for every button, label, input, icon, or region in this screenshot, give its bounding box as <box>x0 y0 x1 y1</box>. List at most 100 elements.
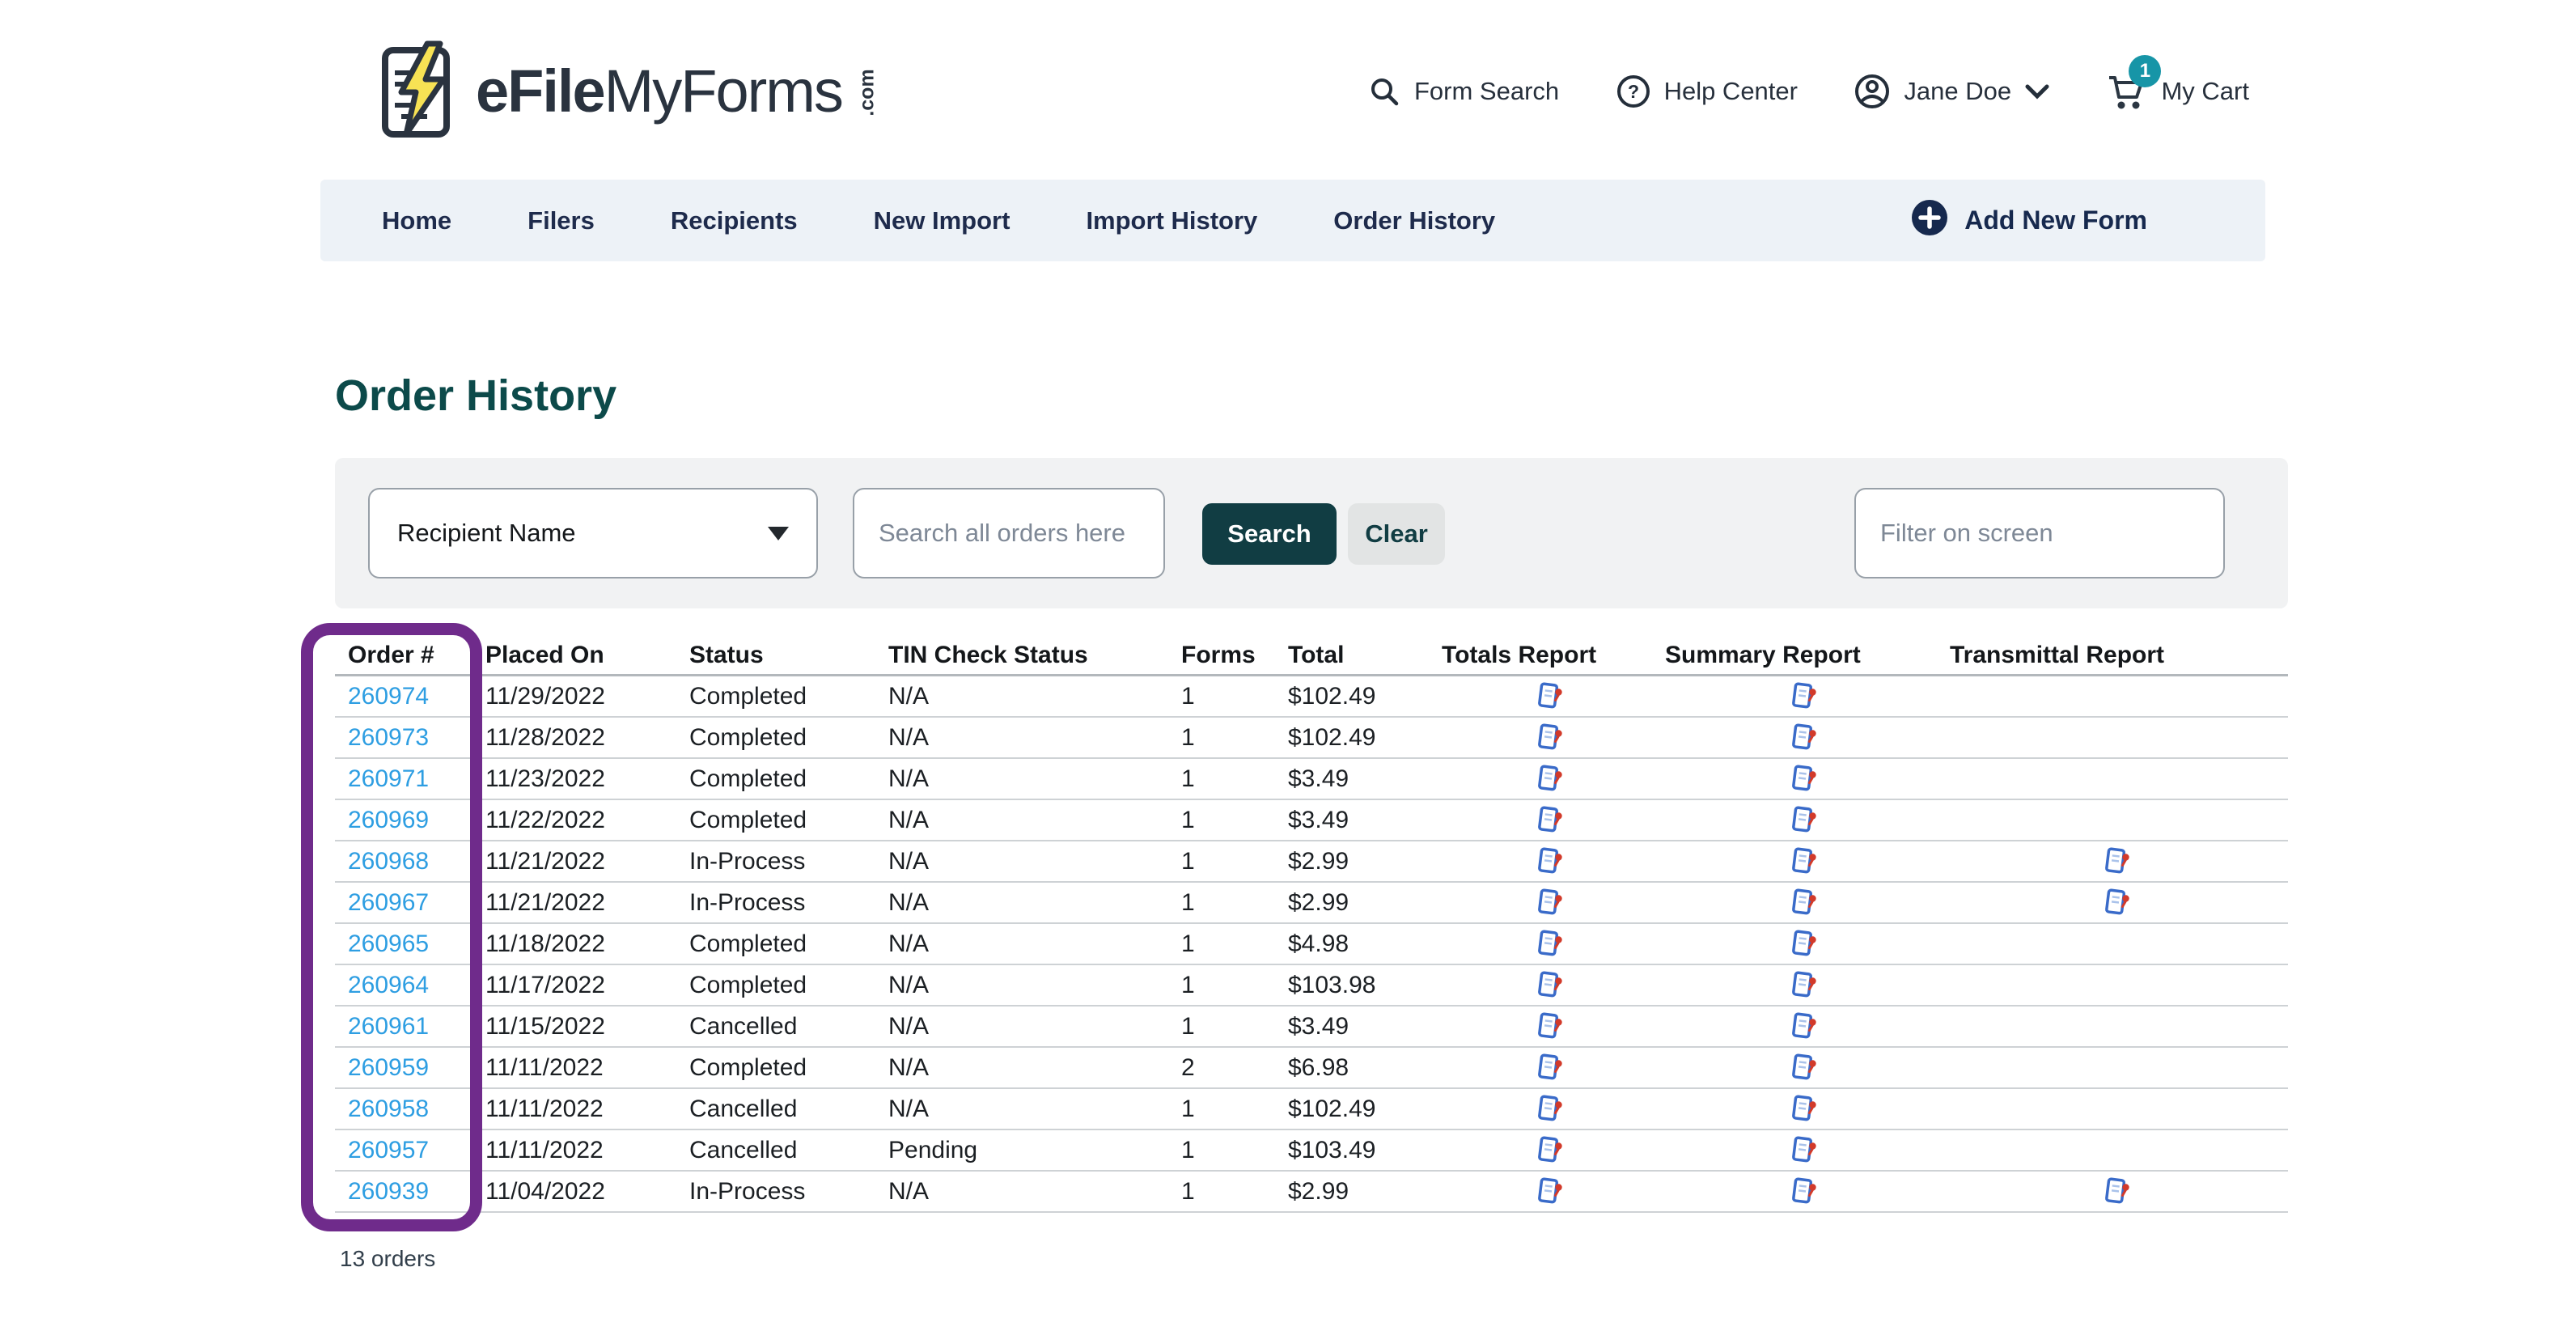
col-header-totals-report: Totals Report <box>1438 642 1662 669</box>
totals-report-icon[interactable] <box>1536 1135 1564 1166</box>
order-history-page: eFile MyForms .com Form Search ? Help Ce… <box>0 0 2576 1335</box>
order-number-link[interactable]: 260939 <box>348 1178 429 1205</box>
order-number-link[interactable]: 260964 <box>348 972 429 998</box>
tin-check-status-cell: N/A <box>885 1054 1178 1082</box>
totals-report-icon[interactable] <box>1536 1176 1564 1207</box>
status-cell: In-Process <box>686 1178 885 1206</box>
totals-report-icon[interactable] <box>1536 1094 1564 1125</box>
tin-check-status-cell: N/A <box>885 930 1178 958</box>
order-number-link[interactable]: 260974 <box>348 683 429 710</box>
totals-report-icon[interactable] <box>1536 929 1564 960</box>
main-navbar: Home Filers Recipients New Import Import… <box>320 180 2265 261</box>
total-cell: $2.99 <box>1285 889 1438 917</box>
summary-report-icon[interactable] <box>1790 970 1818 1001</box>
total-cell: $2.99 <box>1285 848 1438 875</box>
my-cart-label: My Cart <box>2161 77 2249 106</box>
summary-report-icon[interactable] <box>1790 888 1818 918</box>
orders-search-input[interactable] <box>853 488 1165 578</box>
search-button[interactable]: Search <box>1202 503 1337 565</box>
totals-report-icon[interactable] <box>1536 805 1564 836</box>
transmittal-report-icon[interactable] <box>2104 846 2131 877</box>
summary-report-cell <box>1662 764 1947 795</box>
table-header-row: Order # Placed On Status TIN Check Statu… <box>335 636 2288 676</box>
status-cell: Completed <box>686 683 885 710</box>
forms-cell: 1 <box>1178 1137 1285 1164</box>
totals-report-icon[interactable] <box>1536 723 1564 753</box>
chevron-down-icon <box>2024 83 2050 100</box>
summary-report-icon[interactable] <box>1790 1135 1818 1166</box>
summary-report-icon[interactable] <box>1790 846 1818 877</box>
order-number-link[interactable]: 260961 <box>348 1013 429 1040</box>
placed-on-cell: 11/11/2022 <box>482 1096 686 1123</box>
summary-report-icon[interactable] <box>1790 764 1818 795</box>
tin-check-status-cell: N/A <box>885 972 1178 999</box>
transmittal-report-icon[interactable] <box>2104 888 2131 918</box>
totals-report-cell <box>1438 929 1662 960</box>
search-field-select[interactable]: Recipient Name <box>368 488 818 578</box>
table-row: 26095911/11/2022CompletedN/A2$6.98 <box>335 1048 2288 1089</box>
totals-report-icon[interactable] <box>1536 764 1564 795</box>
clear-button[interactable]: Clear <box>1348 503 1445 565</box>
totals-report-icon[interactable] <box>1536 888 1564 918</box>
tin-check-status-cell: N/A <box>885 807 1178 834</box>
summary-report-cell <box>1662 1135 1947 1166</box>
page-title: Order History <box>335 371 616 421</box>
summary-report-icon[interactable] <box>1790 805 1818 836</box>
status-cell: Completed <box>686 724 885 752</box>
totals-report-icon[interactable] <box>1536 1011 1564 1042</box>
summary-report-icon[interactable] <box>1790 1053 1818 1083</box>
nav-item-new-import[interactable]: New Import <box>874 206 1010 235</box>
filter-on-screen-input[interactable] <box>1854 488 2225 578</box>
order-number-link[interactable]: 260971 <box>348 765 429 792</box>
order-number-link[interactable]: 260959 <box>348 1054 429 1081</box>
status-cell: Completed <box>686 807 885 834</box>
nav-item-import-history[interactable]: Import History <box>1086 206 1257 235</box>
totals-report-icon[interactable] <box>1536 970 1564 1001</box>
user-menu[interactable]: Jane Doe <box>1854 73 2050 110</box>
order-number-link[interactable]: 260957 <box>348 1137 429 1163</box>
total-cell: $102.49 <box>1285 683 1438 710</box>
table-row: 26097111/23/2022CompletedN/A1$3.49 <box>335 759 2288 800</box>
summary-report-icon[interactable] <box>1790 1011 1818 1042</box>
totals-report-cell <box>1438 723 1662 753</box>
summary-report-cell <box>1662 1176 1947 1207</box>
order-number-link[interactable]: 260965 <box>348 930 429 957</box>
order-number-cell: 260959 <box>335 1054 482 1082</box>
logo-text-com: .com <box>856 69 879 116</box>
order-number-link[interactable]: 260958 <box>348 1096 429 1122</box>
summary-report-icon[interactable] <box>1790 1176 1818 1207</box>
select-caret-icon <box>768 527 789 540</box>
summary-report-icon[interactable] <box>1790 723 1818 753</box>
transmittal-report-cell <box>1947 1176 2288 1207</box>
order-number-link[interactable]: 260968 <box>348 848 429 875</box>
form-search-link[interactable]: Form Search <box>1367 74 1559 108</box>
totals-report-icon[interactable] <box>1536 1053 1564 1083</box>
order-number-link[interactable]: 260967 <box>348 889 429 916</box>
transmittal-report-icon[interactable] <box>2104 1176 2131 1207</box>
order-number-link[interactable]: 260973 <box>348 724 429 751</box>
help-icon: ? <box>1616 74 1651 109</box>
totals-report-icon[interactable] <box>1536 846 1564 877</box>
nav-item-recipients[interactable]: Recipients <box>671 206 798 235</box>
efilemyforms-logo[interactable]: eFile MyForms .com <box>379 40 891 141</box>
total-cell: $103.49 <box>1285 1137 1438 1164</box>
order-number-cell: 260969 <box>335 807 482 834</box>
my-cart-link[interactable]: 1 My Cart <box>2106 71 2249 112</box>
totals-report-icon[interactable] <box>1536 681 1564 712</box>
summary-report-icon[interactable] <box>1790 929 1818 960</box>
summary-report-cell <box>1662 1053 1947 1083</box>
col-header-transmittal-report: Transmittal Report <box>1947 642 2288 669</box>
col-header-order-number: Order # <box>335 642 482 669</box>
totals-report-cell <box>1438 1094 1662 1125</box>
status-cell: In-Process <box>686 848 885 875</box>
totals-report-cell <box>1438 1176 1662 1207</box>
order-number-link[interactable]: 260969 <box>348 807 429 833</box>
add-new-form-button[interactable]: Add New Form <box>1911 199 2147 243</box>
summary-report-icon[interactable] <box>1790 681 1818 712</box>
nav-item-order-history[interactable]: Order History <box>1333 206 1495 235</box>
filter-panel: Recipient Name Search Clear <box>335 458 2288 608</box>
nav-item-filers[interactable]: Filers <box>527 206 595 235</box>
nav-item-home[interactable]: Home <box>382 206 451 235</box>
summary-report-icon[interactable] <box>1790 1094 1818 1125</box>
help-center-link[interactable]: ? Help Center <box>1616 74 1798 109</box>
